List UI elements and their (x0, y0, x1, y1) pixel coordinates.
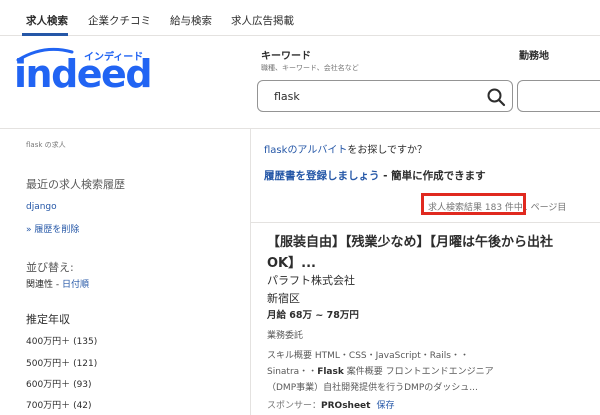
job-snippet-line: スキル概要 HTML・CSS・JavaScript・Rails・・ (267, 351, 469, 361)
job-title[interactable]: 【服装自由】【残業少なめ】【月曜は午後から出社OK】... (267, 232, 592, 274)
salary-filter-label: 500万円＋ (26, 359, 71, 369)
salary-filter-title: 推定年収 (26, 313, 70, 326)
logo-wordmark: indeed (14, 52, 153, 96)
job-salary: 月給 68万 ~ 78万円 (267, 310, 359, 321)
salary-filter-item[interactable]: 400万円＋ (135) (26, 334, 97, 347)
tab-job-search[interactable]: 求人検索 (26, 13, 68, 28)
job-company: パラフト株式会社 (267, 274, 355, 287)
highlight-annotation (421, 193, 526, 215)
register-resume-link[interactable]: 履歴書を登録しましょう (264, 170, 380, 182)
alt-search-text: をお探しですか？ (347, 145, 428, 156)
snippet-keyword: Flask (317, 367, 344, 377)
active-tab-indicator (22, 33, 68, 36)
sort-title: 並び替え: (26, 261, 74, 274)
alt-search-type-link[interactable]: のアルバイト (287, 145, 347, 156)
alt-search-keyword-link[interactable]: flask (264, 145, 287, 156)
salary-filter-label: 400万円＋ (26, 337, 71, 347)
job-sponsor: スポンサー：PROsheet 保存 (267, 398, 394, 411)
keyword-hint: 職種、キーワード、会社名など (261, 64, 359, 72)
salary-filter-label: 700万円＋ (26, 401, 71, 411)
job-snippet: スキル概要 HTML・CSS・JavaScript・Rails・・ Sinatr… (267, 348, 567, 396)
job-snippet-line: Sinatra・・Flask 案件概要 フロントエンドエンジニア (267, 364, 567, 380)
tab-post-job[interactable]: 求人広告掲載 (231, 13, 294, 28)
sort-separator: - (53, 280, 62, 290)
history-item-django[interactable]: django (26, 202, 57, 212)
tab-company-reviews[interactable]: 企業クチコミ (88, 13, 151, 28)
sponsor-company: PROsheet (321, 401, 371, 411)
salary-filter-label: 600万円＋ (26, 380, 71, 390)
salary-filter-count: (121) (73, 359, 98, 369)
location-input[interactable] (517, 80, 600, 112)
query-breadcrumb: flask の求人 (26, 141, 66, 149)
salary-filter-item[interactable]: 600万円＋ (93) (26, 377, 92, 390)
sort-by-date-link[interactable]: 日付順 (62, 280, 89, 290)
keyword-input[interactable]: flask (257, 80, 513, 112)
salary-filter-item[interactable]: 500万円＋ (121) (26, 356, 97, 369)
keyword-input-value: flask (274, 90, 300, 103)
job-employment-type: 業務委託 (267, 331, 304, 341)
location-label: 勤務地 (519, 51, 549, 62)
salary-filter-count: (93) (73, 380, 92, 390)
snippet-text: 案件概要 フロントエンドエンジニア (343, 367, 494, 377)
salary-filter-item[interactable]: 700万円＋ (42) (26, 398, 92, 411)
resume-prompt-text: - 簡単に作成できます (379, 170, 486, 182)
page-indicator: 1 ページ目 (522, 203, 567, 213)
tab-salary-search[interactable]: 給与検索 (170, 13, 212, 28)
top-nav: 求人検索 企業クチコミ 給与検索 求人広告掲載 (0, 0, 600, 36)
salary-filter-count: (135) (73, 337, 98, 347)
results-divider (251, 222, 600, 223)
sort-options: 関連性 - 日付順 (26, 277, 89, 290)
save-job-link[interactable]: 保存 (376, 401, 394, 411)
indeed-logo[interactable]: インディード indeed (14, 46, 154, 96)
search-icon[interactable] (486, 87, 506, 107)
sidebar-divider (250, 129, 251, 415)
job-snippet-line: （DMP事業）自社開発提供を行うDMPのダッシュ... (267, 383, 478, 393)
resume-prompt: 履歴書を登録しましょう - 簡単に作成できます (264, 168, 486, 183)
sponsor-label: スポンサー： (267, 401, 322, 411)
header-divider (0, 128, 600, 129)
alternate-search-prompt: flaskのアルバイトをお探しですか？ (264, 141, 427, 156)
sort-current: 関連性 (26, 280, 54, 290)
snippet-text: Sinatra・・ (267, 367, 318, 377)
keyword-label: キーワード (261, 51, 311, 62)
salary-filter-count: (42) (73, 401, 92, 411)
delete-history-link[interactable]: » 履歴を削除 (26, 222, 79, 235)
job-location: 新宿区 (267, 292, 300, 305)
history-title: 最近の求人検索履歴 (26, 178, 125, 191)
